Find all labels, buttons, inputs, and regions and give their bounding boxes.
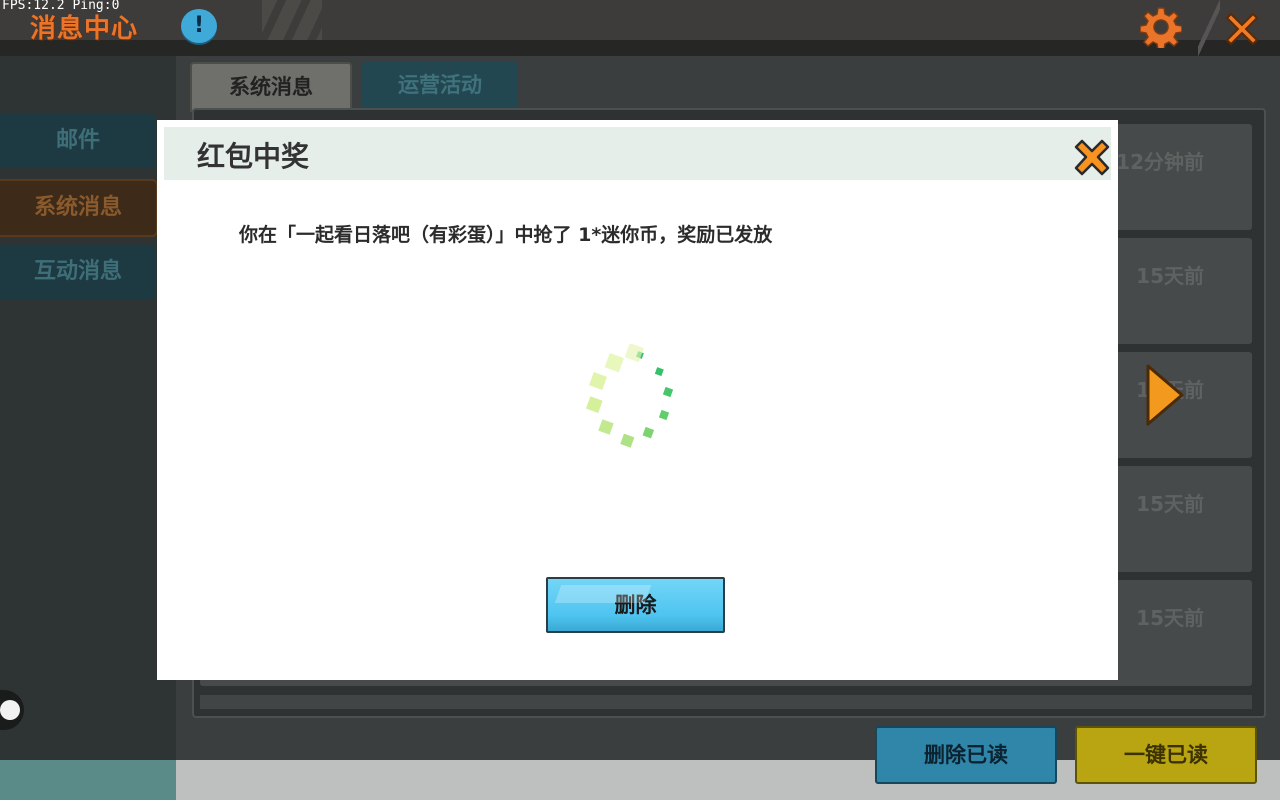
- page-title: 消息中心: [30, 14, 139, 44]
- dialog-message: 你在「一起看日落吧（有彩蛋）」中抢了 1*迷你币，奖励已发放: [239, 224, 773, 246]
- close-icon[interactable]: [1221, 8, 1263, 50]
- tab-system-messages[interactable]: 系统消息: [190, 62, 352, 112]
- play-arrow-icon[interactable]: [1144, 362, 1186, 428]
- sidebar-item-interaction-messages[interactable]: 互动消息: [0, 245, 156, 299]
- delete-button[interactable]: 删除: [546, 577, 725, 633]
- dialog-title: 红包中奖: [197, 140, 310, 173]
- sidebar-item-system-messages[interactable]: 系统消息: [0, 179, 158, 237]
- loading-spinner-icon: [585, 344, 674, 448]
- reward-dialog: 红包中奖 你在「一起看日落吧（有彩蛋）」中抢了 1*迷你币，奖励已发放 删除: [157, 120, 1118, 680]
- sidebar-footer: [0, 760, 176, 800]
- close-icon[interactable]: [1071, 136, 1113, 180]
- top-bar-decoration: [262, 0, 322, 40]
- gear-icon[interactable]: [1140, 6, 1182, 48]
- tab-operations-activities[interactable]: 运营活动: [362, 62, 518, 108]
- delete-read-button[interactable]: 删除已读: [875, 726, 1057, 784]
- header-divider: [1198, 0, 1220, 56]
- list-scrollbar[interactable]: [200, 695, 1252, 709]
- top-bar-shadow: [0, 40, 1280, 56]
- dialog-header: 红包中奖: [164, 127, 1111, 180]
- alert-info-icon[interactable]: !: [181, 9, 217, 43]
- mark-all-read-button[interactable]: 一键已读: [1075, 726, 1257, 784]
- sidebar-item-mail[interactable]: 邮件: [0, 114, 156, 168]
